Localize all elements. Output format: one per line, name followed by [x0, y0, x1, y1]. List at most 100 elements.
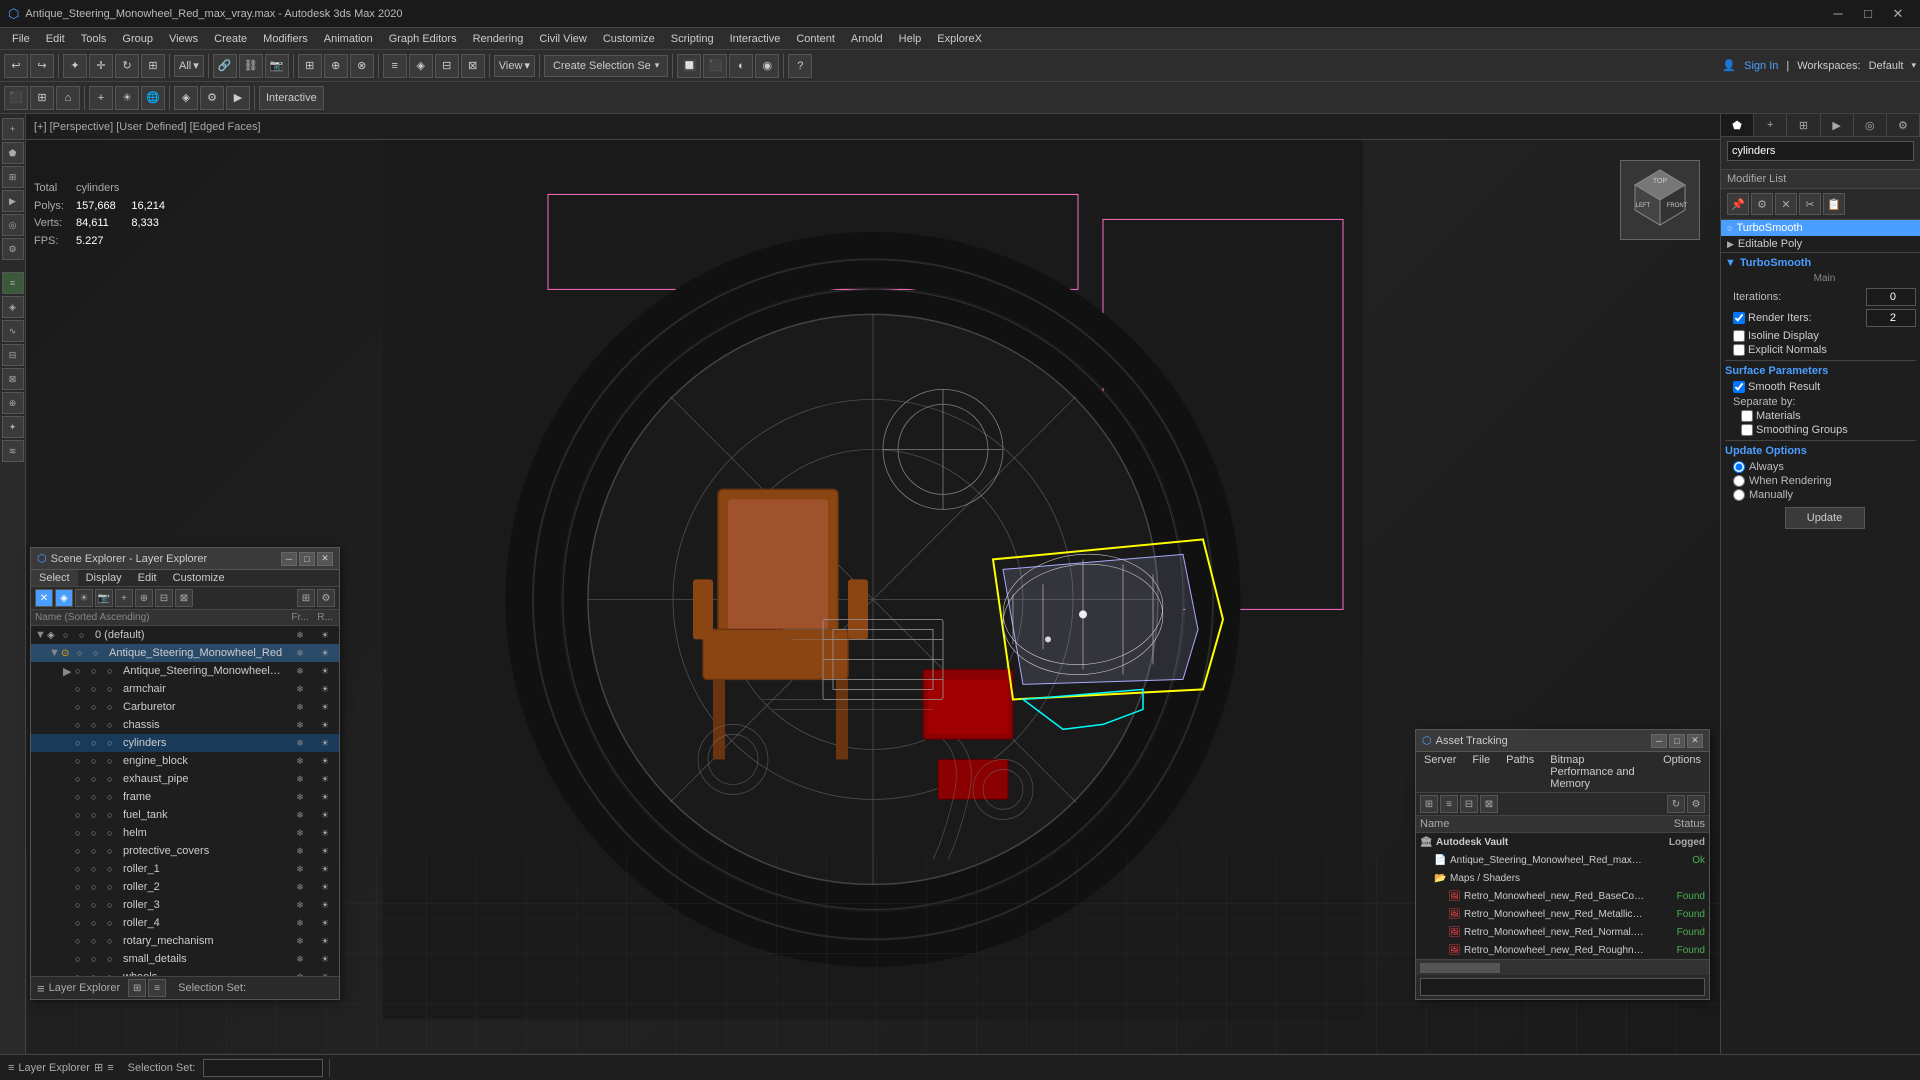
- se-select-tab[interactable]: Select: [31, 570, 78, 586]
- se-show-lights-btn[interactable]: ☀: [75, 589, 93, 607]
- menu-item-tools[interactable]: Tools: [73, 28, 115, 50]
- scale-btn[interactable]: ⊞: [141, 54, 165, 78]
- tab-motion[interactable]: ▶: [1821, 114, 1854, 136]
- add-light-btn[interactable]: +: [89, 86, 113, 110]
- motion-btn[interactable]: ▶: [2, 190, 24, 212]
- help-btn[interactable]: ?: [788, 54, 812, 78]
- unlink-btn[interactable]: ⛓: [239, 54, 263, 78]
- asset-item[interactable]: 🏛Autodesk VaultLogged: [1416, 833, 1709, 851]
- create-btn[interactable]: +: [2, 118, 24, 140]
- render-iters-input[interactable]: [1866, 309, 1916, 327]
- se-display-tab[interactable]: Display: [78, 570, 130, 586]
- se-filter-btn[interactable]: ✕: [35, 589, 53, 607]
- layer-item[interactable]: ○○○protective_covers❄☀: [31, 842, 339, 860]
- layer-item[interactable]: ○○○roller_3❄☀: [31, 896, 339, 914]
- layer-item[interactable]: ○○○armchair❄☀: [31, 680, 339, 698]
- mod-pin-btn[interactable]: 📌: [1727, 193, 1749, 215]
- layer-item[interactable]: ▼◈○○0 (default)❄☀: [31, 626, 339, 644]
- panel-maximize-btn[interactable]: □: [299, 552, 315, 566]
- layers-btn[interactable]: ≡: [383, 54, 407, 78]
- asset-scrollbar[interactable]: [1416, 959, 1709, 975]
- dope-sheet-btn[interactable]: ⊟: [2, 344, 24, 366]
- asset-settings-btn[interactable]: ⚙: [1687, 795, 1705, 813]
- asset-refresh-btn[interactable]: ↻: [1667, 795, 1685, 813]
- asset-path-input[interactable]: [1420, 978, 1705, 996]
- close-btn[interactable]: ✕: [1884, 4, 1912, 24]
- material-btn[interactable]: ◈: [174, 86, 198, 110]
- tab-utilities[interactable]: ⚙: [1887, 114, 1920, 136]
- sign-in-label[interactable]: Sign In: [1744, 60, 1778, 72]
- menu-item-edit[interactable]: Edit: [38, 28, 73, 50]
- menu-item-explorex[interactable]: ExploreX: [929, 28, 990, 50]
- layer-item[interactable]: ○○○cylinders❄☀: [31, 734, 339, 752]
- manually-radio[interactable]: [1733, 489, 1745, 501]
- iterations-input[interactable]: [1866, 288, 1916, 306]
- se-edit-tab[interactable]: Edit: [130, 570, 165, 586]
- menu-item-help[interactable]: Help: [891, 28, 930, 50]
- se-show-cameras-btn[interactable]: 📷: [95, 589, 113, 607]
- menu-item-interactive[interactable]: Interactive: [722, 28, 789, 50]
- smoothing-groups-checkbox[interactable]: [1741, 424, 1753, 436]
- layer-expand-icon[interactable]: ▼: [35, 629, 47, 641]
- rotate-btn[interactable]: ↻: [115, 54, 139, 78]
- objects-btn[interactable]: ◈: [409, 54, 433, 78]
- explicit-normals-checkbox[interactable]: [1733, 344, 1745, 356]
- particle-btn[interactable]: ✦: [2, 416, 24, 438]
- se-customize-tab[interactable]: Customize: [165, 570, 233, 586]
- utilities-btn[interactable]: ⚙: [2, 238, 24, 260]
- smooth-result-checkbox[interactable]: [1733, 381, 1745, 393]
- menu-item-file[interactable]: File: [4, 28, 38, 50]
- selection-set-input[interactable]: [203, 1059, 323, 1077]
- asset-minimize-btn[interactable]: ─: [1651, 734, 1667, 748]
- redo-btn[interactable]: ↪: [30, 54, 54, 78]
- move-btn[interactable]: ✛: [89, 54, 113, 78]
- ribbon-btn[interactable]: ≋: [2, 440, 24, 462]
- layer-item[interactable]: ○○○roller_1❄☀: [31, 860, 339, 878]
- menu-item-scripting[interactable]: Scripting: [663, 28, 722, 50]
- asset-item[interactable]: 🖼Retro_Monowheel_new_Red_BaseColor.pngFo…: [1416, 887, 1709, 905]
- render3-btn[interactable]: ◐: [729, 54, 753, 78]
- layer-item[interactable]: ○○○rotary_mechanism❄☀: [31, 932, 339, 950]
- tab-hierarchy[interactable]: ⊞: [1787, 114, 1820, 136]
- create-selection-btn[interactable]: Create Selection Se▾: [544, 55, 668, 77]
- material-editor-btn[interactable]: ◈: [2, 296, 24, 318]
- when-rendering-radio[interactable]: [1733, 475, 1745, 487]
- asset-item[interactable]: 🖼Retro_Monowheel_new_Red_Roughness.pngFo…: [1416, 941, 1709, 959]
- tab-modify[interactable]: ⬟: [1721, 114, 1754, 136]
- always-radio[interactable]: [1733, 461, 1745, 473]
- undo-btn[interactable]: ↩: [4, 54, 28, 78]
- footer-select-btn[interactable]: ≡: [148, 979, 166, 997]
- se-show-space-btn[interactable]: ⊕: [135, 589, 153, 607]
- render-iters-checkbox[interactable]: [1733, 312, 1745, 324]
- layer-item[interactable]: ○○○roller_4❄☀: [31, 914, 339, 932]
- asset-bitmap-tab[interactable]: Bitmap Performance and Memory: [1542, 752, 1655, 792]
- se-settings-btn[interactable]: ⚙: [317, 589, 335, 607]
- se-show-helpers-btn[interactable]: +: [115, 589, 133, 607]
- asset-maximize-btn[interactable]: □: [1669, 734, 1685, 748]
- menu-item-rendering[interactable]: Rendering: [465, 28, 532, 50]
- menu-item-modifiers[interactable]: Modifiers: [255, 28, 316, 50]
- asset-item[interactable]: 📂Maps / Shaders: [1416, 869, 1709, 887]
- snap2-btn[interactable]: ⊕: [324, 54, 348, 78]
- asset-file-tab[interactable]: File: [1464, 752, 1498, 792]
- select-btn[interactable]: ✦: [63, 54, 87, 78]
- menu-item-content[interactable]: Content: [788, 28, 843, 50]
- layer-item[interactable]: ○○○chassis❄☀: [31, 716, 339, 734]
- render2-btn[interactable]: ⬛: [703, 54, 727, 78]
- asset-item[interactable]: 🖼Retro_Monowheel_new_Red_Normal.pngFound: [1416, 923, 1709, 941]
- mod-cut-btn[interactable]: ✂: [1799, 193, 1821, 215]
- menu-item-arnold[interactable]: Arnold: [843, 28, 891, 50]
- workspaces-value[interactable]: Default: [1869, 60, 1904, 72]
- render-setup-btn[interactable]: ⚙: [200, 86, 224, 110]
- menu-item-animation[interactable]: Animation: [316, 28, 381, 50]
- layer-expand-icon[interactable]: ▼: [49, 647, 61, 659]
- menu-item-customize[interactable]: Customize: [595, 28, 663, 50]
- layer-explorer-btn[interactable]: Layer Explorer: [18, 1062, 90, 1074]
- asset-btn2[interactable]: ≡: [1440, 795, 1458, 813]
- asset-options-tab[interactable]: Options: [1655, 752, 1709, 792]
- menu-item-views[interactable]: Views: [161, 28, 206, 50]
- layer-item[interactable]: ▼⊙○○Antique_Steering_Monowheel_Red❄☀: [31, 644, 339, 662]
- modify-btn[interactable]: ⬟: [2, 142, 24, 164]
- asset-server-tab[interactable]: Server: [1416, 752, 1464, 792]
- asset-btn1[interactable]: ⊞: [1420, 795, 1438, 813]
